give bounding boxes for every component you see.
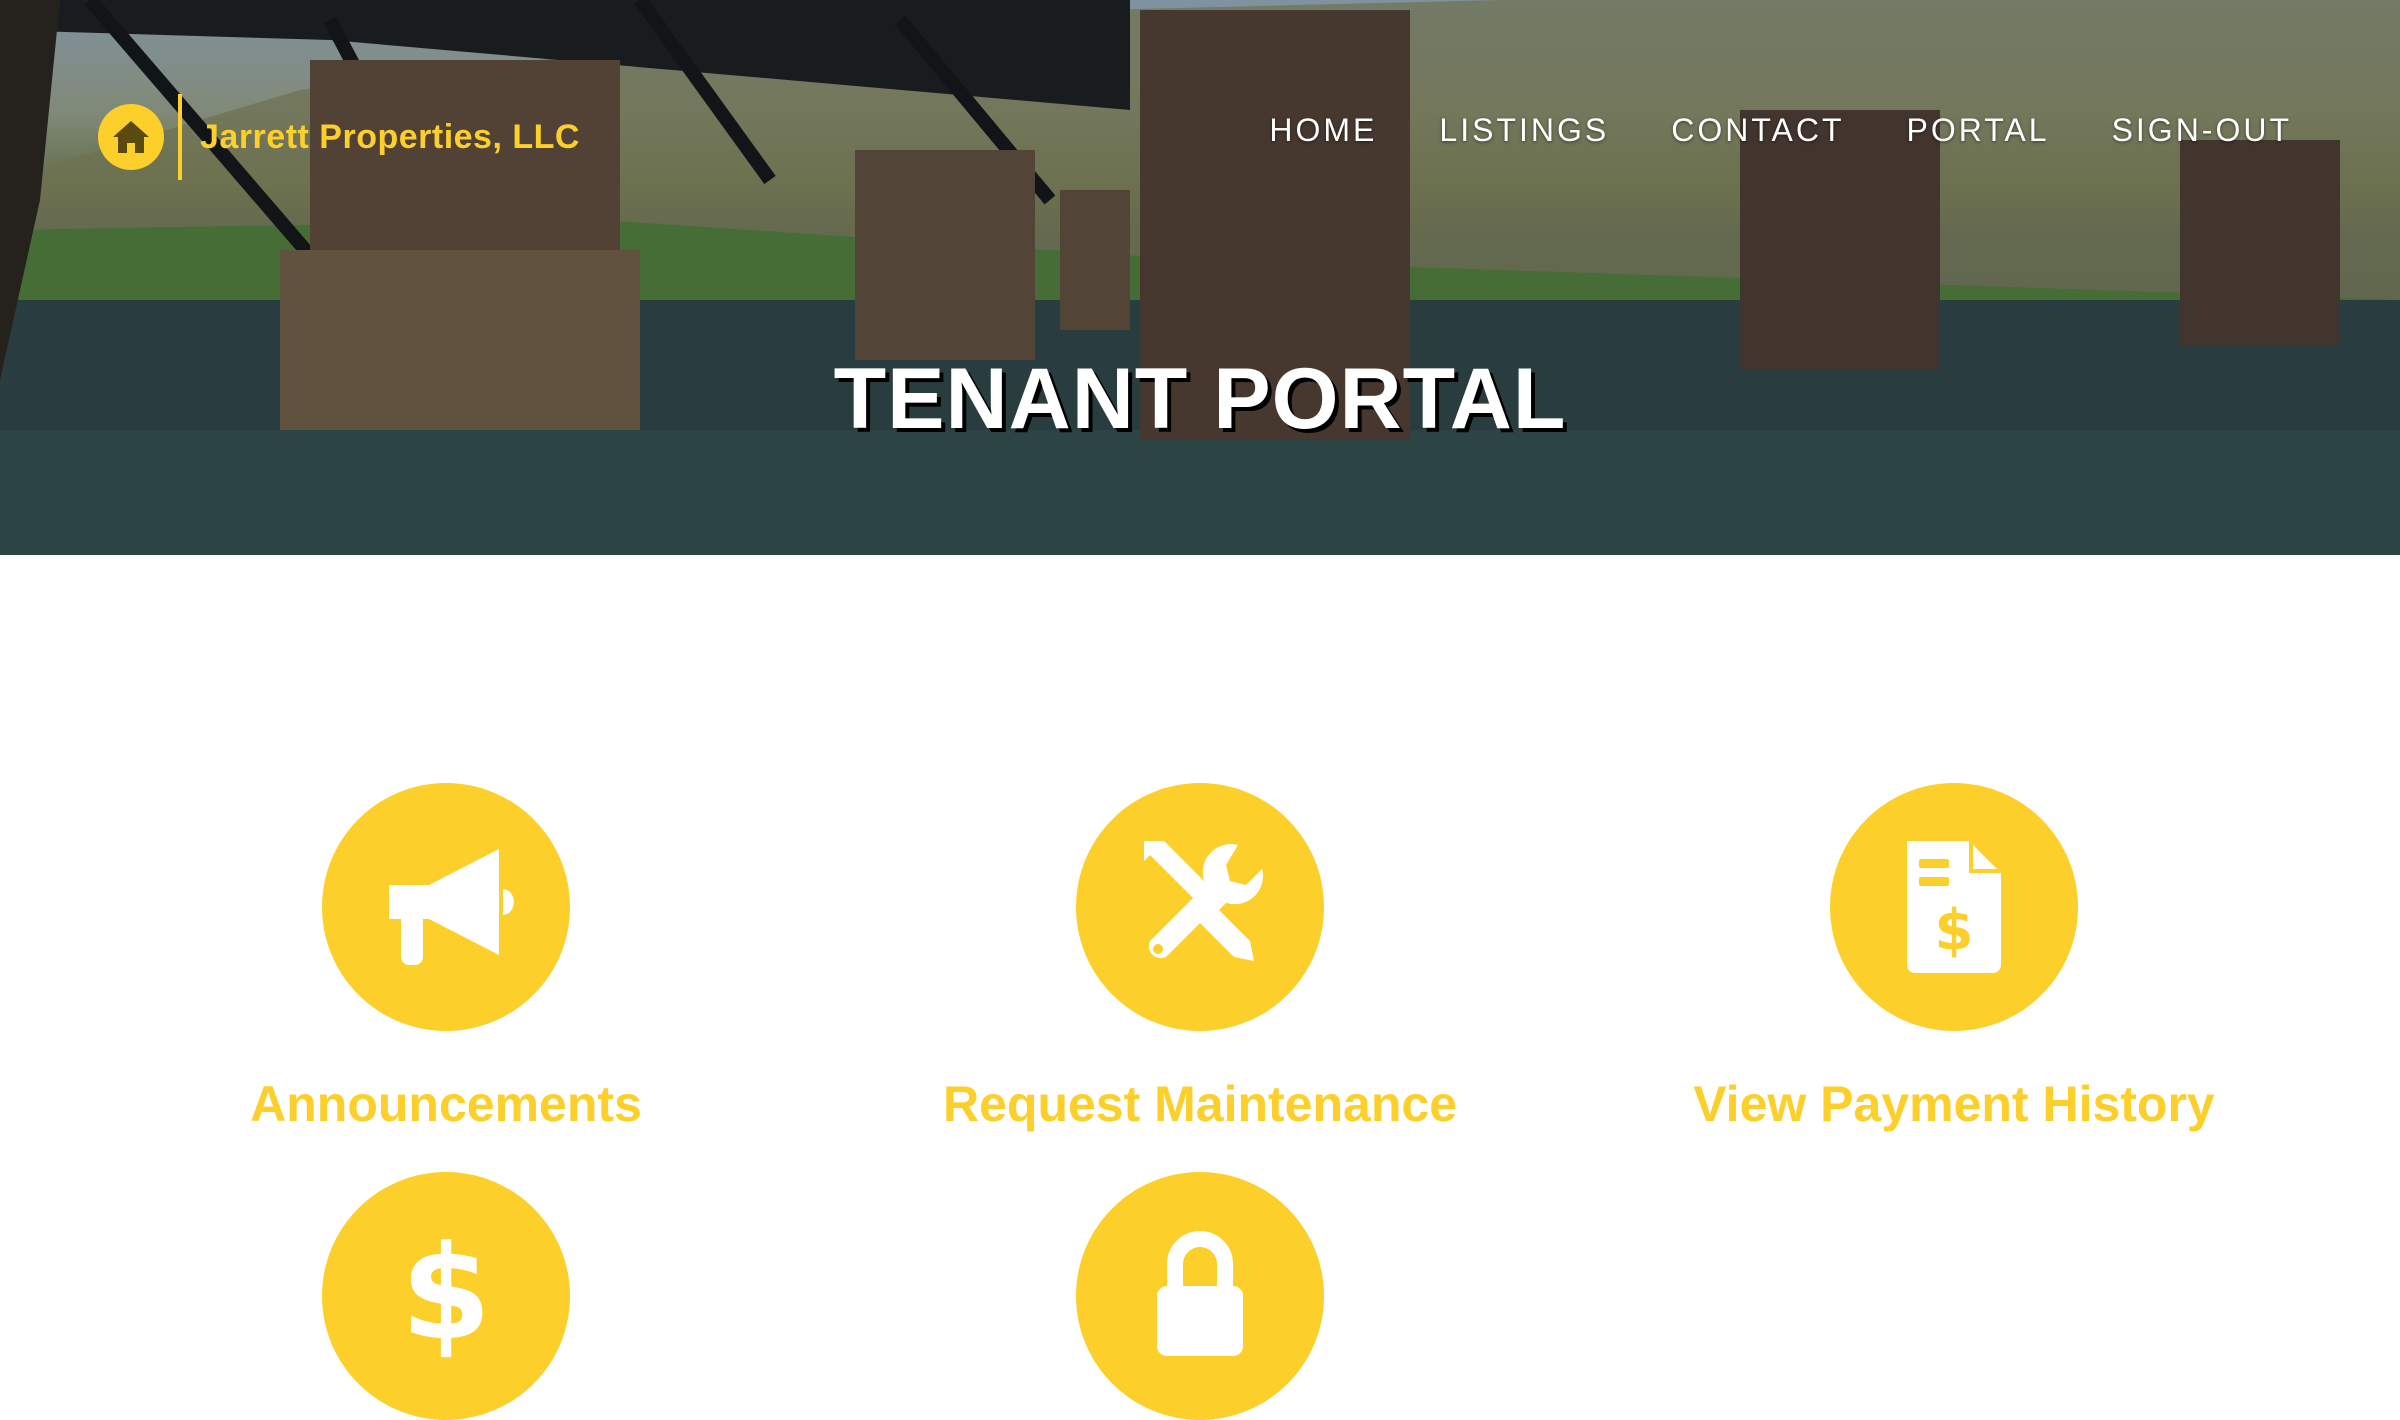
nav-home[interactable]: HOME (1269, 112, 1377, 149)
account-button[interactable] (1076, 1172, 1324, 1420)
dollar-icon: $ (401, 1226, 491, 1366)
tile-payments: $ (96, 1172, 796, 1420)
tile-announcements: Announcements (96, 783, 796, 1133)
request-maintenance-label[interactable]: Request Maintenance (850, 1075, 1550, 1133)
svg-text:$: $ (401, 1226, 491, 1366)
tile-view-payment-history: $ View Payment History (1604, 783, 2304, 1133)
brand-logo[interactable]: Jarrett Properties, LLC (98, 94, 580, 180)
invoice-dollar-icon: $ (1907, 841, 2001, 973)
view-payment-history-button[interactable]: $ (1830, 783, 2078, 1031)
lock-icon (1157, 1231, 1243, 1356)
hero-banner: Jarrett Properties, LLC HOME LISTINGS CO… (0, 0, 2400, 555)
logo-divider (178, 94, 182, 180)
house-icon (98, 104, 164, 170)
tools-icon (1144, 841, 1263, 961)
svg-text:$: $ (1935, 898, 1974, 963)
tile-request-maintenance: Request Maintenance (850, 783, 1550, 1133)
nav-listings[interactable]: LISTINGS (1439, 112, 1609, 149)
request-maintenance-button[interactable] (1076, 783, 1324, 1031)
main-nav: HOME LISTINGS CONTACT PORTAL SIGN-OUT (1207, 112, 2292, 149)
megaphone-icon (389, 849, 514, 965)
hero-overlay (0, 0, 2400, 555)
nav-sign-out[interactable]: SIGN-OUT (2112, 112, 2292, 149)
announcements-label[interactable]: Announcements (96, 1075, 796, 1133)
view-payment-history-label[interactable]: View Payment History (1604, 1075, 2304, 1133)
announcements-button[interactable] (322, 783, 570, 1031)
tile-account (850, 1172, 1550, 1420)
brand-name: Jarrett Properties, LLC (200, 117, 580, 156)
make-payment-button[interactable]: $ (322, 1172, 570, 1420)
nav-portal[interactable]: PORTAL (1906, 112, 2049, 149)
nav-contact[interactable]: CONTACT (1671, 112, 1844, 149)
page-title: TENANT PORTAL (833, 351, 1567, 447)
